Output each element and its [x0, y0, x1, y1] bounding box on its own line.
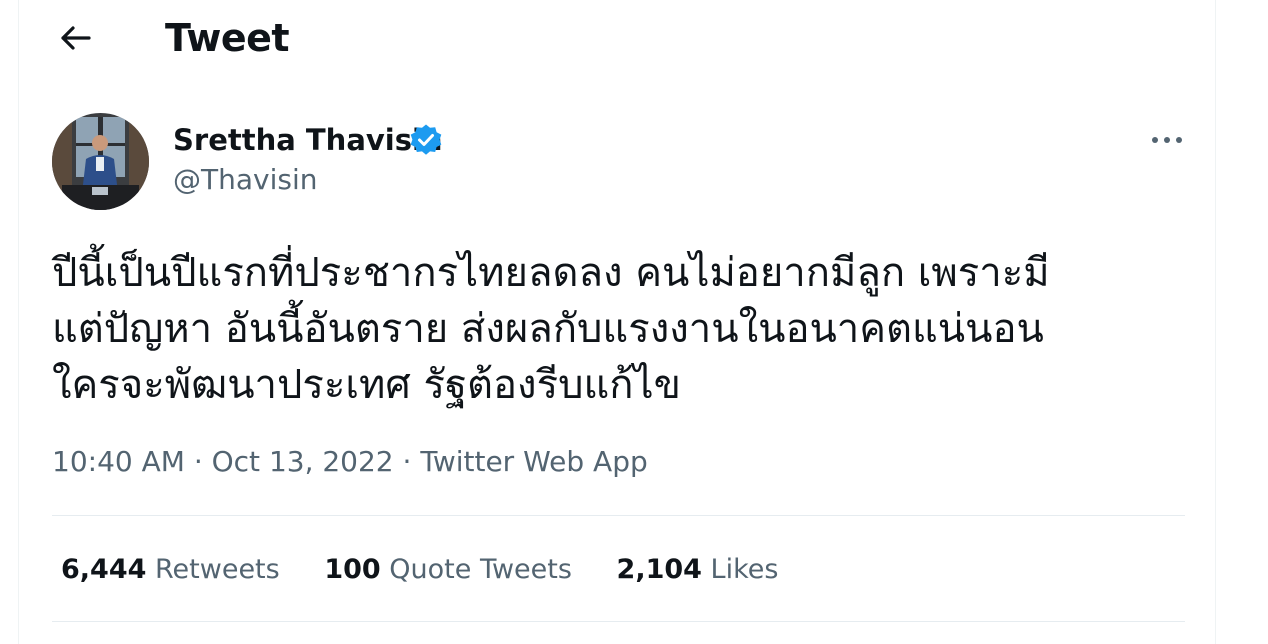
more-horizontal-icon — [1152, 137, 1182, 143]
meta-separator: · — [402, 445, 412, 478]
quote-tweets-count: 100 — [324, 554, 381, 585]
likes-count: 2,104 — [616, 554, 702, 585]
retweets-count: 6,444 — [61, 554, 147, 585]
verified-badge-icon — [409, 123, 443, 157]
author-handle[interactable]: @Thavisin — [173, 162, 317, 198]
divider — [52, 621, 1185, 622]
tweet-meta: 10:40 AM · Oct 13, 2022 · Twitter Web Ap… — [52, 442, 648, 482]
page-header: Tweet — [19, 0, 1215, 76]
meta-separator: · — [193, 445, 203, 478]
page-title: Tweet — [165, 16, 290, 60]
tweet-source[interactable]: Twitter Web App — [420, 445, 647, 478]
tweet-text: ปีนี้เป็นปีแรกที่ประชากรไทยลดลง คนไม่อยา… — [52, 250, 1050, 408]
divider — [52, 515, 1185, 516]
avatar[interactable] — [52, 113, 149, 210]
tweet-detail-panel: Tweet Srettha Thavisin @Thavisin ปีนี้เป… — [18, 0, 1216, 644]
tweet-stats: 6,444 Retweets 100 Quote Tweets 2,104 Li… — [61, 550, 814, 590]
likes-stat[interactable]: 2,104 Likes — [617, 550, 779, 590]
quote-tweets-stat[interactable]: 100 Quote Tweets — [324, 550, 572, 590]
quote-tweets-label: Quote Tweets — [389, 554, 572, 585]
retweets-stat[interactable]: 6,444 Retweets — [61, 550, 280, 590]
more-options-button[interactable] — [1147, 122, 1187, 158]
retweets-label: Retweets — [155, 554, 280, 585]
tweet-time[interactable]: 10:40 AM — [52, 445, 185, 478]
back-button[interactable] — [55, 18, 95, 58]
tweet-date[interactable]: Oct 13, 2022 — [212, 445, 394, 478]
likes-label: Likes — [710, 554, 779, 585]
author-display-name[interactable]: Srettha Thavisin — [173, 122, 443, 158]
arrow-left-icon — [61, 26, 91, 50]
